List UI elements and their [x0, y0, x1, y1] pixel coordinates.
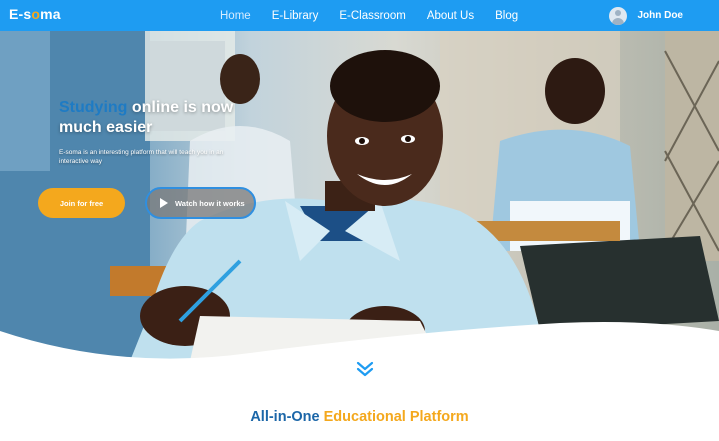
hero-title: Studying online is now much easier	[59, 98, 269, 138]
logo-prefix: E-s	[9, 6, 32, 22]
logo-suffix: ma	[40, 6, 61, 22]
nav-about-us[interactable]: About Us	[427, 10, 474, 22]
user-name: John Doe	[637, 10, 683, 21]
double-chevron-down-icon[interactable]	[356, 360, 374, 378]
nav-e-library[interactable]: E-Library	[272, 10, 319, 22]
watch-button-label: Watch how it works	[175, 198, 245, 208]
hero-subtitle: E-soma is an interesting platform that w…	[59, 149, 224, 165]
user-menu[interactable]: John Doe	[609, 0, 683, 31]
nav-home[interactable]: Home	[220, 10, 251, 22]
logo[interactable]: E-soma	[9, 6, 61, 22]
nav-blog[interactable]: Blog	[495, 10, 518, 22]
top-navbar: E-soma Home E-Library E-Classroom About …	[0, 0, 719, 31]
hero-section: Studying online is now much easier E-som…	[0, 31, 719, 361]
logo-o: o	[31, 6, 41, 22]
nav-e-classroom[interactable]: E-Classroom	[339, 10, 405, 22]
user-avatar-icon	[609, 6, 628, 25]
join-for-free-button[interactable]: Join for free	[38, 188, 125, 218]
section-title-part1: All-in-One	[250, 409, 320, 425]
hero-title-highlight: Studying	[59, 99, 128, 116]
watch-how-it-works-button[interactable]: Watch how it works	[145, 187, 256, 219]
main-nav: Home E-Library E-Classroom About Us Blog	[220, 0, 539, 31]
section-title: All-in-One Educational Platform	[0, 409, 719, 425]
section-title-part2: Educational Platform	[323, 409, 469, 425]
play-icon	[160, 198, 168, 208]
